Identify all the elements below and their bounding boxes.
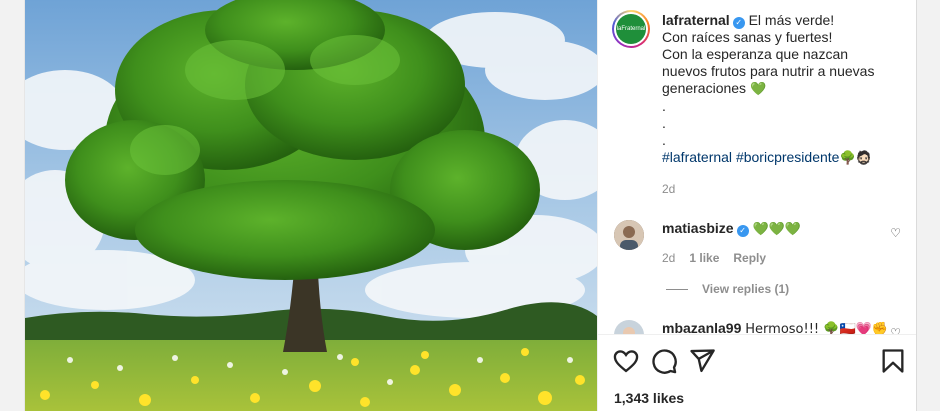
commenter-username[interactable]: mbazanla99 [662,320,741,334]
comment-meta: 2d 1 like Reply [662,251,766,265]
comment-like-icon[interactable]: ♡ [890,226,901,240]
avatar-inner: laFraternal [614,12,648,46]
comment-1: matiasbize ✓ 💚💚💚 [662,220,801,237]
likes-count[interactable]: 1,343 likes [614,390,684,406]
person-avatar-icon [614,320,644,334]
comments-panel: laFraternal lafraternal ✓ El más verde! C… [597,0,916,411]
caption-line-2: Con raíces sanas y fuertes! [662,29,833,45]
green-heart-emoji: 💚 [749,82,767,97]
comment-2: mbazanla99 Hermoso!!! 🌳🇨🇱💗✊ [662,320,888,334]
reply-button[interactable]: Reply [733,251,766,265]
post-image[interactable] [25,0,597,411]
commenter-avatar[interactable] [614,220,644,250]
comment-time[interactable]: 2d [662,251,675,265]
post-actions: 1,343 likes [598,334,916,411]
commenter-avatar[interactable] [614,320,644,334]
caption-dot-1: . [662,98,666,114]
caption-dot-3: . [662,132,666,148]
author-username[interactable]: lafraternal [662,12,730,28]
send-icon[interactable] [688,347,716,375]
comment-text: 💚💚💚 [752,222,802,237]
replies-divider [666,288,688,290]
tree-photo [25,0,597,411]
comment-likes-count[interactable]: 1 like [689,251,719,265]
person-avatar-icon [614,220,644,250]
bookmark-icon[interactable] [879,347,907,375]
comment-like-icon[interactable]: ♡ [890,326,901,334]
view-replies[interactable]: View replies (1) [666,282,789,296]
heart-icon[interactable] [612,347,640,375]
post-timestamp[interactable]: 2d [662,181,892,198]
comments-scroll-area[interactable]: laFraternal lafraternal ✓ El más verde! C… [598,0,916,334]
comment-icon[interactable] [650,347,678,375]
comment-text: Hermoso!!! 🌳🇨🇱💗✊ [745,322,889,334]
view-replies-link[interactable]: View replies (1) [702,282,789,296]
caption-dot-2: . [662,115,666,131]
hashtag-emoji: 🌳🧔🏻 [839,151,872,166]
caption-line-1: El más verde! [748,12,835,28]
post-modal: laFraternal lafraternal ✓ El más verde! C… [24,0,917,411]
verified-icon: ✓ [732,17,745,29]
hashtag-link[interactable]: #boricpresidente [736,149,840,165]
caption-line-3: Con la esperanza que nazcan nuevos fruto… [662,46,875,96]
commenter-username[interactable]: matiasbize [662,220,734,236]
post-caption: lafraternal ✓ El más verde! Con raíces sa… [662,12,892,198]
author-avatar[interactable]: laFraternal [612,10,650,48]
verified-icon: ✓ [736,225,749,237]
brand-logo: laFraternal [616,14,646,44]
hashtag-link[interactable]: #lafraternal [662,149,732,165]
